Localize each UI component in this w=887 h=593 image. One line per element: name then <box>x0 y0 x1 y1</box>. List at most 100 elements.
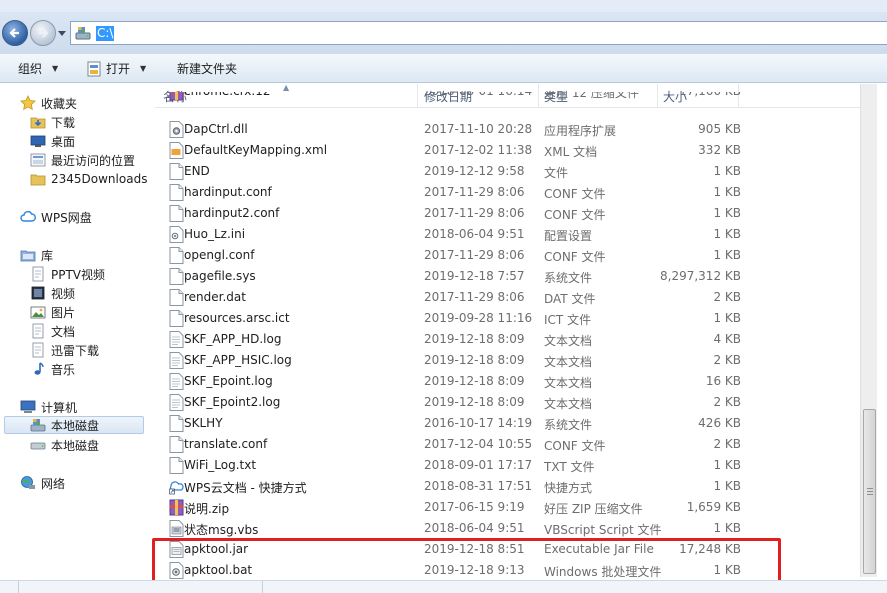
file-type: Executable Jar File <box>544 542 654 556</box>
file-date: 2019-12-18 7:57 <box>424 269 525 283</box>
file-size: 1 KB <box>713 185 741 199</box>
file-row[interactable]: hardinput.conf 2017-11-29 8:06 CONF 文件 1 KB <box>163 182 741 203</box>
file-row[interactable]: translate.conf 2017-12-04 10:55 CONF 文件 2 K… <box>163 434 741 455</box>
nav-local-disk-c-label: 本地磁盘 <box>51 418 100 433</box>
file-type: Windows 批处理文件 <box>544 565 662 579</box>
file-type: TXT 文件 <box>544 460 595 474</box>
text-icon <box>169 394 184 411</box>
file-row[interactable]: WPS云文档 - 快捷方式 2018-08-31 17:51 快捷方式 1 KB <box>163 476 741 497</box>
document-icon <box>32 323 44 339</box>
file-size: 2 KB <box>713 353 741 367</box>
nav-2345downloads[interactable]: 2345Downloads <box>30 170 147 188</box>
nav-downloads[interactable]: 下载 <box>30 113 75 131</box>
file-size: 2 KB <box>713 290 741 304</box>
file-row[interactable]: 状态msg.vbs 2018-06-04 9:51 VBScript Script … <box>163 518 741 539</box>
file-date: 2017-11-29 8:06 <box>424 290 525 304</box>
title-strip <box>0 0 887 12</box>
nav-videos[interactable]: 视频 <box>30 284 75 302</box>
file-name: WPS云文档 - 快捷方式 <box>184 481 307 495</box>
file-size: 16 KB <box>705 374 741 388</box>
file-type: 系统文件 <box>544 271 593 285</box>
file-row[interactable]: SKF_APP_HD.log 2019-12-18 8:09 文本文档 4 KB <box>163 329 741 350</box>
windows-drive-icon <box>30 419 46 432</box>
nav-music-label: 音乐 <box>51 362 76 377</box>
file-row[interactable]: render.dat 2017-11-29 8:06 DAT 文件 2 KB <box>163 287 741 308</box>
nav-pptv-video[interactable]: PPTV视频 <box>30 265 105 283</box>
nav-network[interactable]: 网络 <box>20 474 65 492</box>
nav-library-label: 库 <box>41 248 54 263</box>
file-row[interactable]: WiFi_Log.txt 2018-09-01 17:17 TXT 文件 1 KB <box>163 455 741 476</box>
file-type: 应用程序扩展 <box>544 124 617 138</box>
nav-xunlei-downloads[interactable]: 迅雷下载 <box>30 341 99 359</box>
file-icon <box>169 268 184 285</box>
file-row[interactable]: chrome.crx.12 2018-06-01 16:14 好压 12 压缩文件 1… <box>163 92 741 104</box>
back-button[interactable] <box>2 20 28 46</box>
file-row[interactable]: DapCtrl.dll 2017-11-10 20:28 应用程序扩展 905 KB <box>163 119 741 140</box>
nav-local-disk-d[interactable]: 本地磁盘 <box>30 436 99 454</box>
vertical-scrollbar[interactable] <box>860 84 877 577</box>
address-path[interactable]: C:\ <box>96 26 115 41</box>
address-bar[interactable]: C:\ <box>70 21 887 45</box>
file-row[interactable]: SKF_Epoint.log 2019-12-18 8:09 文本文档 16 KB <box>163 371 741 392</box>
file-type: ICT 文件 <box>544 313 592 327</box>
file-row[interactable]: hardinput2.conf 2017-11-29 8:06 CONF 文件 1 K… <box>163 203 741 224</box>
file-name: apktool.jar <box>184 542 249 556</box>
file-date: 2017-06-15 9:19 <box>424 500 525 514</box>
nav-wps-cloud-label: WPS网盘 <box>41 210 92 225</box>
file-size: 2 KB <box>713 395 741 409</box>
nav-music[interactable]: 音乐 <box>30 360 75 378</box>
nav-local-disk-c[interactable]: 本地磁盘 <box>4 416 144 434</box>
recent-pages-dropdown-icon[interactable] <box>58 29 66 37</box>
nav-pictures[interactable]: 图片 <box>30 303 75 321</box>
file-date: 2019-12-12 9:58 <box>424 164 525 178</box>
file-row[interactable]: 说明.zip 2017-06-15 9:19 好压 ZIP 压缩文件 1,659 KB <box>163 497 741 518</box>
file-date: 2017-11-29 8:06 <box>424 185 525 199</box>
dll-icon <box>169 121 184 138</box>
nav-favorites[interactable]: 收藏夹 <box>20 94 77 112</box>
file-row[interactable]: apktool.jar 2019-12-18 8:51 Executable Jar… <box>163 539 741 560</box>
navigation-bar: C:\ <box>0 0 887 54</box>
file-row[interactable]: SKF_APP_HSIC.log 2019-12-18 8:09 文本文档 2 KB <box>163 350 741 371</box>
zip-icon <box>169 92 184 101</box>
file-name: opengl.conf <box>184 248 255 262</box>
file-name: SKF_Epoint.log <box>184 374 273 388</box>
star-icon <box>20 95 36 111</box>
organize-button[interactable]: 组织 ▼ <box>18 60 58 77</box>
nav-library[interactable]: 库 <box>20 246 53 264</box>
file-date: 2017-12-04 10:55 <box>424 437 533 451</box>
scrollbar-thumb[interactable] <box>863 409 876 574</box>
nav-recent-places[interactable]: 最近访问的位置 <box>30 151 135 169</box>
file-name: 说明.zip <box>184 502 230 516</box>
file-name: chrome.crx.12 <box>184 92 271 98</box>
file-row[interactable]: pagefile.sys 2019-12-18 7:57 系统文件 8,297,312… <box>163 266 741 287</box>
file-row[interactable]: Huo_Lz.ini 2018-06-04 9:51 配置设置 1 KB <box>163 224 741 245</box>
file-list-pane: ▲ 名称 修改日期 类型 大小 chrome.crx.122018-06-01 … <box>155 83 875 593</box>
file-row[interactable]: resources.arsc.ict 2019-09-28 11:16 ICT 文件… <box>163 308 741 329</box>
file-row[interactable]: SKLHY 2016-10-17 14:19 系统文件 426 KB <box>163 413 741 434</box>
file-row[interactable]: opengl.conf 2017-11-29 8:06 CONF 文件 1 KB <box>163 245 741 266</box>
forward-button[interactable] <box>30 20 56 46</box>
file-icon <box>169 289 184 306</box>
file-icon <box>169 184 184 201</box>
open-button[interactable]: 打开 ▼ <box>86 60 146 77</box>
nav-documents[interactable]: 文档 <box>30 322 75 340</box>
nav-computer-label: 计算机 <box>41 400 78 415</box>
file-size: 1 KB <box>713 311 741 325</box>
nav-videos-label: 视频 <box>51 286 76 301</box>
file-size: 4 KB <box>713 332 741 346</box>
shortcut-icon <box>169 478 184 495</box>
file-row[interactable]: SKF_Epoint2.log 2019-12-18 8:09 文本文档 2 KB <box>163 392 741 413</box>
file-row[interactable]: DefaultKeyMapping.xml 2017-12-02 11:38 XML… <box>163 140 741 161</box>
chevron-down-icon: ▼ <box>140 64 147 73</box>
file-row[interactable]: apktool.bat 2019-12-18 9:13 Windows 批处理文件 1… <box>163 560 741 581</box>
nav-wps-cloud[interactable]: WPS网盘 <box>20 208 92 226</box>
file-name: DefaultKeyMapping.xml <box>184 143 328 157</box>
file-date: 2018-09-01 17:17 <box>424 458 533 472</box>
command-toolbar: 组织 ▼ 打开 ▼ 新建文件夹 <box>0 54 887 83</box>
file-icon <box>169 310 184 327</box>
nav-computer[interactable]: 计算机 <box>20 398 77 416</box>
file-row[interactable]: END 2019-12-12 9:58 文件 1 KB <box>163 161 741 182</box>
new-folder-button[interactable]: 新建文件夹 <box>177 60 237 77</box>
nav-desktop[interactable]: 桌面 <box>30 132 75 150</box>
file-date: 2019-12-18 8:09 <box>424 395 525 409</box>
